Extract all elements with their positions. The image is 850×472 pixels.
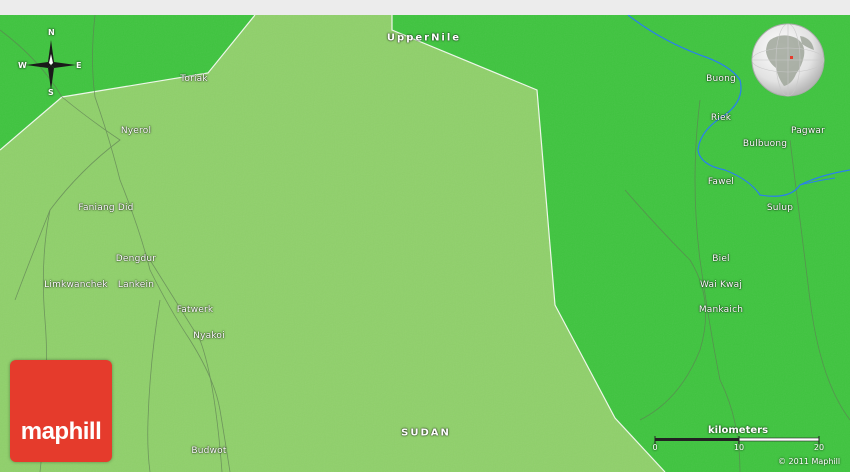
place-lankein[interactable]: Lankein	[118, 280, 154, 290]
place-biel[interactable]: Biel	[712, 254, 730, 264]
scale-tick-0: 0	[652, 443, 658, 452]
place-limkwanchek[interactable]: Limkwanchek	[44, 280, 108, 290]
place-buong[interactable]: Buong	[706, 74, 736, 84]
place-toriak[interactable]: Toriak	[180, 74, 208, 84]
place-fatwerk[interactable]: Fatwerk	[177, 305, 214, 315]
place-faniang-did[interactable]: Faniang Did	[78, 203, 133, 213]
maphill-logo[interactable]: maphill	[10, 360, 112, 462]
compass-rose: N S E W	[18, 28, 84, 98]
region-label-upper-nile: UpperNile	[386, 32, 462, 44]
scale-tick-20: 20	[813, 443, 825, 452]
place-budwot[interactable]: Budwot	[191, 446, 226, 456]
place-nyakoi[interactable]: Nyakoi	[193, 331, 225, 341]
place-mankaich[interactable]: Mankaich	[699, 305, 743, 315]
place-sulup[interactable]: Sulup	[767, 203, 793, 213]
compass-south: S	[48, 88, 54, 97]
scale-tick-10: 10	[733, 443, 745, 452]
place-nyerol[interactable]: Nyerol	[121, 126, 151, 136]
compass-west: W	[18, 61, 27, 70]
top-strip	[0, 0, 850, 15]
copyright-text: © 2011 Maphill	[778, 457, 841, 466]
map-view[interactable]: UpperNile SUDAN Toriak Nyerol Faniang Di…	[0, 0, 850, 472]
compass-east: E	[76, 61, 82, 70]
place-pagwar[interactable]: Pagwar	[791, 126, 825, 136]
place-wai-kwaj[interactable]: Wai Kwaj	[700, 280, 742, 290]
compass-north: N	[48, 28, 55, 37]
place-riek[interactable]: Riek	[711, 113, 731, 123]
locator-globe-icon	[751, 23, 825, 97]
place-fawel[interactable]: Fawel	[708, 177, 734, 187]
region-label-sudan: SUDAN	[401, 427, 451, 439]
logo-text: maphill	[20, 418, 102, 445]
place-dengdur[interactable]: Dengdur	[116, 254, 156, 264]
place-bulbuong[interactable]: Bulbuong	[743, 139, 787, 149]
